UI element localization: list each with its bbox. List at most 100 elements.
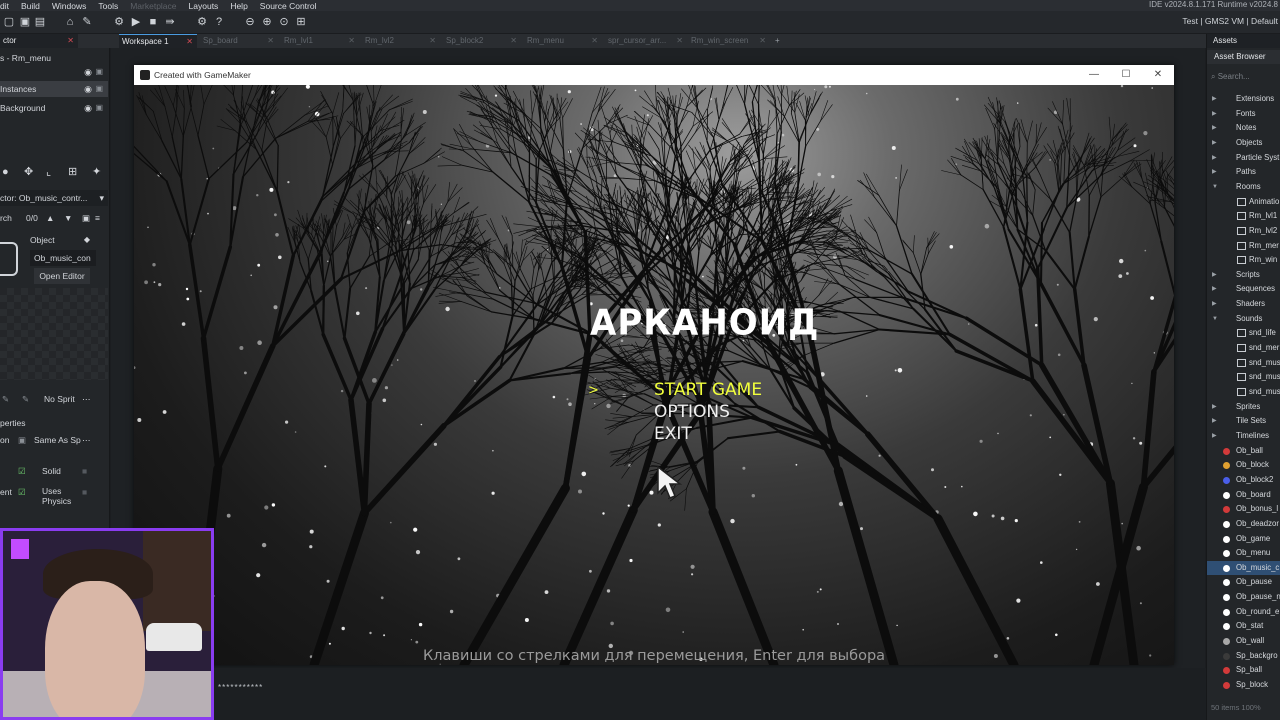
chevron-right-icon[interactable]: ▶ bbox=[1212, 121, 1217, 135]
asset-search[interactable]: ⌕ Search... bbox=[1211, 70, 1279, 83]
chevron-right-icon[interactable]: ▶ bbox=[1212, 107, 1217, 121]
open-editor-button[interactable]: Open Editor bbox=[34, 268, 90, 284]
menu-build[interactable]: Build bbox=[21, 1, 40, 11]
pencil-icon[interactable]: ✎ bbox=[22, 391, 29, 407]
tree-branch bbox=[261, 149, 278, 192]
move-icon[interactable]: ✥ bbox=[24, 164, 33, 180]
dots-icon[interactable]: ⋯ bbox=[82, 391, 91, 407]
tab-sp-block2[interactable]: Sp_block2 ✕ bbox=[443, 34, 521, 48]
asset-tree-item[interactable]: ▼ Rooms bbox=[1207, 180, 1280, 194]
zoom-reset-icon[interactable]: ⊙ bbox=[277, 15, 291, 29]
asset-tree-item[interactable]: Rm_lvl2 bbox=[1207, 224, 1280, 238]
chevron-right-icon[interactable]: ▶ bbox=[1212, 268, 1217, 282]
asset-tree-item[interactable]: ▼ Sounds bbox=[1207, 312, 1280, 326]
chevron-right-icon[interactable]: ▶ bbox=[1212, 165, 1217, 179]
menu-layouts[interactable]: Layouts bbox=[189, 1, 219, 11]
stop-icon[interactable]: ■ bbox=[146, 15, 160, 29]
tab-spr-cursor[interactable]: spr_cursor_arr... ✕ bbox=[605, 34, 687, 48]
physics-box[interactable]: ■ bbox=[82, 484, 87, 500]
asset-tree-item[interactable]: ▶ Paths bbox=[1207, 165, 1280, 179]
wand-icon[interactable]: ✦ bbox=[92, 164, 101, 180]
dots-icon[interactable]: ⋯ bbox=[82, 432, 91, 448]
chevron-right-icon[interactable]: ▶ bbox=[1212, 282, 1217, 296]
settings-icon[interactable]: ⚙ bbox=[195, 15, 209, 29]
clean-build-icon[interactable]: ⇛ bbox=[163, 15, 177, 29]
chevron-right-icon[interactable]: ▶ bbox=[1212, 151, 1217, 165]
tree-branch bbox=[1123, 172, 1133, 188]
add-tab-icon[interactable]: + bbox=[772, 34, 786, 48]
object-name-field[interactable]: Ob_music_con bbox=[30, 250, 96, 266]
lock-icon[interactable]: ▣ bbox=[82, 210, 90, 226]
menu-windows[interactable]: Windows bbox=[52, 1, 86, 11]
save-icon[interactable]: ▤ bbox=[33, 15, 47, 29]
asset-tree-item[interactable]: Animatio bbox=[1207, 195, 1280, 209]
solid-checkbox[interactable]: ☑ bbox=[18, 463, 26, 479]
physics-checkbox[interactable]: ☑ bbox=[18, 484, 26, 500]
asset-tree-item[interactable]: ▶ Scripts bbox=[1207, 268, 1280, 282]
asset-tree-item[interactable]: ▶ Objects bbox=[1207, 136, 1280, 150]
new-file-icon[interactable]: ▢ bbox=[2, 15, 16, 29]
arrow-down-icon[interactable]: ▼ bbox=[64, 210, 72, 226]
maximize-icon[interactable]: ☐ bbox=[1110, 65, 1142, 85]
menu-options[interactable]: OPTIONS bbox=[654, 402, 730, 422]
tab-rm-lvl1[interactable]: Rm_lvl1 ✕ bbox=[281, 34, 359, 48]
build-icon[interactable]: ⌂ bbox=[63, 15, 77, 29]
asset-tree-item[interactable]: ▶ Fonts bbox=[1207, 107, 1280, 121]
close-icon[interactable]: ✕ bbox=[1142, 65, 1174, 85]
open-icon[interactable]: ▣ bbox=[18, 15, 32, 29]
chevron-down-icon[interactable]: ▼ bbox=[1212, 312, 1218, 326]
chevron-down-icon[interactable]: ▼ bbox=[1212, 180, 1218, 194]
menu-help[interactable]: Help bbox=[230, 1, 247, 11]
arrow-up-icon[interactable]: ▲ bbox=[46, 210, 54, 226]
layer-instances[interactable]: Instances ◉ ▣ bbox=[0, 81, 108, 97]
corner-icon[interactable]: ⌞ bbox=[46, 164, 51, 180]
asset-tree-item[interactable]: snd_mus bbox=[1207, 370, 1280, 384]
debug-icon[interactable]: ⚙ bbox=[112, 15, 126, 29]
chevron-right-icon[interactable]: ▶ bbox=[1212, 297, 1217, 311]
add-layer-icon[interactable]: ⊞ bbox=[68, 164, 77, 180]
tab-rm-win-screen[interactable]: Rm_win_screen ✕ bbox=[688, 34, 770, 48]
asset-tree-item[interactable]: ▶ Extensions bbox=[1207, 92, 1280, 106]
zoom-out-icon[interactable]: ⊖ bbox=[243, 15, 257, 29]
asset-tree-item[interactable]: Rm_lvl1 bbox=[1207, 209, 1280, 223]
sprite-dropdown[interactable]: No Sprit bbox=[44, 391, 75, 407]
asset-tree-item[interactable]: Rm_mer bbox=[1207, 239, 1280, 253]
tab-rm-lvl2[interactable]: Rm_lvl2 ✕ bbox=[362, 34, 440, 48]
tab-rm-menu[interactable]: Rm_menu ✕ bbox=[524, 34, 602, 48]
circle-icon[interactable]: ● bbox=[2, 164, 9, 180]
asset-tree-item[interactable]: ▶ Notes bbox=[1207, 121, 1280, 135]
menu-source-control[interactable]: Source Control bbox=[260, 1, 317, 11]
tab-workspace-1[interactable]: Workspace 1 ✕ bbox=[119, 34, 197, 48]
list-icon[interactable]: ≡ bbox=[95, 210, 100, 226]
inspector-tab[interactable]: ctor ✕ bbox=[0, 34, 78, 48]
layout-icon[interactable]: ⊞ bbox=[294, 15, 308, 29]
chevron-right-icon[interactable]: ▶ bbox=[1212, 92, 1217, 106]
chevron-right-icon[interactable]: ▶ bbox=[1212, 136, 1217, 150]
asset-tree-item[interactable]: ▶ Sequences bbox=[1207, 282, 1280, 296]
solid-box[interactable]: ■ bbox=[82, 463, 87, 479]
asset-tree-item[interactable]: ▶ Particle Syst bbox=[1207, 151, 1280, 165]
asset-tree-item[interactable]: ▶ Shaders bbox=[1207, 297, 1280, 311]
menu-tools[interactable]: Tools bbox=[98, 1, 118, 11]
menu-edit[interactable]: dit bbox=[0, 1, 9, 11]
assets-tab[interactable]: Assets bbox=[1207, 34, 1280, 48]
asset-tree-item[interactable]: Rm_win bbox=[1207, 253, 1280, 267]
target-config[interactable]: Test | GMS2 VM | Default bbox=[1182, 16, 1278, 26]
edit-icon[interactable]: ✎ bbox=[2, 391, 9, 407]
run-icon[interactable]: ▶ bbox=[129, 15, 143, 29]
minimize-icon[interactable]: — bbox=[1078, 65, 1110, 85]
asset-tree-item[interactable]: snd_life bbox=[1207, 326, 1280, 340]
snowflake bbox=[153, 281, 156, 284]
menu-start-game[interactable]: START GAME bbox=[654, 380, 762, 400]
help-icon[interactable]: ? bbox=[212, 15, 226, 29]
clean-icon[interactable]: ✎ bbox=[80, 15, 94, 29]
layer-background[interactable]: Background ◉ ▣ bbox=[0, 100, 108, 116]
asset-tree-item[interactable]: snd_mus bbox=[1207, 356, 1280, 370]
zoom-in-icon[interactable]: ⊕ bbox=[260, 15, 274, 29]
search-input[interactable]: Search... bbox=[1218, 72, 1250, 81]
tab-sp-board[interactable]: Sp_board ✕ bbox=[200, 34, 278, 48]
menu-marketplace[interactable]: Marketplace bbox=[130, 1, 176, 11]
asset-tree-item[interactable]: snd_mer bbox=[1207, 341, 1280, 355]
collision-mask-dropdown[interactable]: Same As Sp bbox=[34, 432, 81, 448]
menu-exit[interactable]: EXIT bbox=[654, 424, 692, 444]
